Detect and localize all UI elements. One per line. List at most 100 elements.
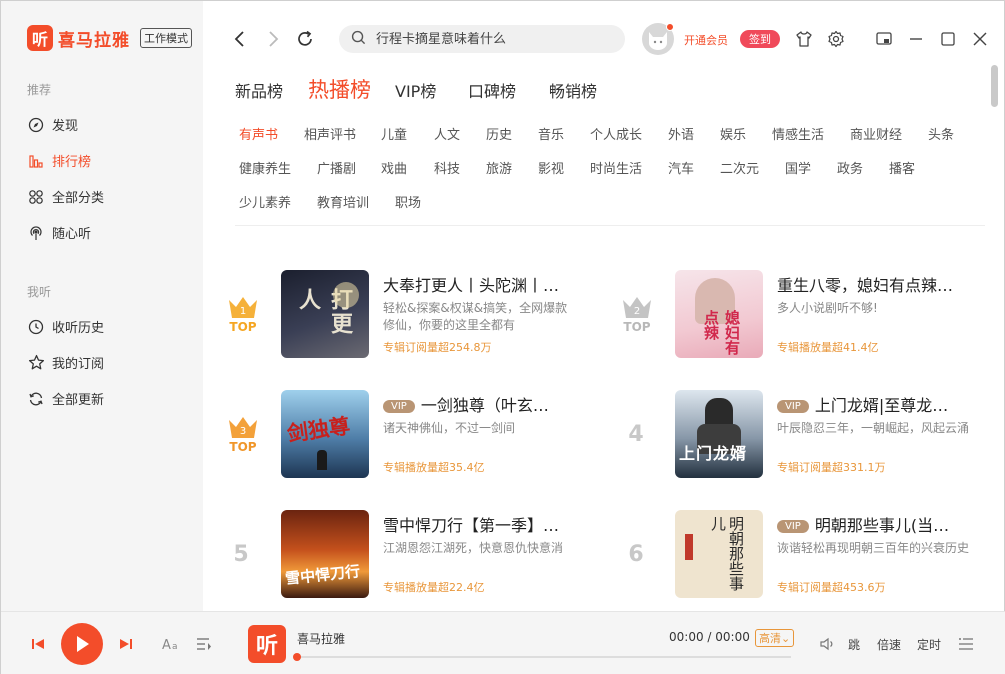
album-desc: 诸天神佛仙，不过一剑间 xyxy=(383,421,516,435)
album-title[interactable]: 重生八零，媳妇有点辣… xyxy=(777,272,973,296)
album-cover[interactable]: 上门龙婿 xyxy=(675,390,763,478)
timer-button[interactable]: 定时 xyxy=(917,636,941,653)
volume-button[interactable] xyxy=(818,636,836,652)
speed-button[interactable]: 倍速 xyxy=(877,636,901,653)
avatar[interactable] xyxy=(642,23,674,55)
category-item[interactable]: 音乐 xyxy=(538,124,564,143)
close-button[interactable] xyxy=(970,29,990,49)
close-icon xyxy=(973,32,987,46)
svg-text:1: 1 xyxy=(240,306,246,317)
maximize-button[interactable] xyxy=(938,29,958,49)
skip-button[interactable]: 跳 xyxy=(848,636,860,653)
work-mode-badge[interactable]: 工作模式 xyxy=(140,28,192,48)
search-input[interactable] xyxy=(376,31,596,47)
vip-badge: VIP xyxy=(777,520,809,533)
category-item[interactable]: 旅游 xyxy=(486,158,512,177)
tab-bestseller[interactable]: 畅销榜 xyxy=(549,78,597,102)
skin-button[interactable] xyxy=(794,29,814,49)
sidebar-item-ranking[interactable]: 排行榜 xyxy=(27,151,91,170)
category-item[interactable]: 播客 xyxy=(889,158,915,177)
play-button[interactable] xyxy=(61,623,103,665)
previous-icon xyxy=(32,639,44,649)
top-label: TOP xyxy=(229,320,257,334)
album-cover[interactable]: 打更人 xyxy=(281,270,369,358)
category-item[interactable]: 外语 xyxy=(668,124,694,143)
category-item[interactable]: 健康养生 xyxy=(239,158,291,177)
previous-button[interactable] xyxy=(30,636,46,652)
album-cover[interactable]: 剑独尊 xyxy=(281,390,369,478)
tab-new[interactable]: 新品榜 xyxy=(235,78,283,102)
sidebar-item-label: 我的订阅 xyxy=(52,357,105,372)
album-title[interactable]: VIP 明朝那些事儿(当… xyxy=(777,512,973,536)
mini-mode-button[interactable] xyxy=(874,29,894,49)
app-window: 听 喜马拉雅 工作模式 推荐 发现 排行榜 全部分类 随心听 我听 收听历史 我… xyxy=(0,0,1005,674)
category-item[interactable]: 儿童 xyxy=(381,124,407,143)
album-stat: 专辑订阅量超254.8万 xyxy=(383,341,492,354)
sidebar-item-all-updates[interactable]: 全部更新 xyxy=(27,389,104,408)
category-item[interactable]: 相声评书 xyxy=(304,124,356,143)
album-cover[interactable]: 明朝那些事儿 xyxy=(675,510,763,598)
album-cover[interactable]: 媳妇有点辣 xyxy=(675,270,763,358)
category-item[interactable]: 国学 xyxy=(785,158,811,177)
category-item[interactable]: 政务 xyxy=(837,158,863,177)
sidebar-item-discover[interactable]: 发现 xyxy=(27,115,78,134)
font-size-button[interactable]: Aa xyxy=(161,634,181,654)
category-item[interactable]: 戏曲 xyxy=(381,158,407,177)
tab-hot[interactable]: 热播榜 xyxy=(308,74,371,104)
album-cover[interactable]: 雪中悍刀行 xyxy=(281,510,369,598)
album-title[interactable]: VIP 一剑独尊（叶玄… xyxy=(383,392,573,416)
search-bar[interactable] xyxy=(339,25,625,53)
sidebar-item-all-categories[interactable]: 全部分类 xyxy=(27,187,104,206)
back-button[interactable] xyxy=(228,27,252,51)
album-title[interactable]: 大奉打更人丨头陀渊丨… xyxy=(383,272,573,296)
settings-button[interactable] xyxy=(826,29,846,49)
silver-crown-icon: 2 TOP xyxy=(617,294,657,334)
minimize-button[interactable] xyxy=(906,29,926,49)
category-item[interactable]: 时尚生活 xyxy=(590,158,642,177)
progress-handle[interactable] xyxy=(293,653,301,661)
signin-button[interactable]: 签到 xyxy=(740,30,780,48)
now-playing-title[interactable]: 喜马拉雅 xyxy=(297,630,345,647)
category-item[interactable]: 头条 xyxy=(928,124,954,143)
section-divider xyxy=(235,225,985,226)
tshirt-icon xyxy=(796,31,812,47)
app-logo[interactable]: 听 喜马拉雅 工作模式 xyxy=(27,25,192,51)
category-item[interactable]: 二次元 xyxy=(720,158,759,177)
category-item[interactable]: 个人成长 xyxy=(590,124,642,143)
category-item[interactable]: 汽车 xyxy=(668,158,694,177)
section-my-listening: 我听 xyxy=(27,285,52,299)
refresh-button[interactable] xyxy=(293,27,317,51)
sidebar-item-random-listen[interactable]: 随心听 xyxy=(27,223,91,242)
category-item[interactable]: 广播剧 xyxy=(317,158,356,177)
category-item[interactable]: 少儿素养 xyxy=(239,192,291,211)
progress-bar[interactable] xyxy=(293,653,791,661)
sidebar-item-history[interactable]: 收听历史 xyxy=(27,317,104,336)
category-audiobook[interactable]: 有声书 xyxy=(239,124,278,143)
album-title[interactable]: 雪中悍刀行【第一季】… xyxy=(383,512,573,536)
playlist-button[interactable] xyxy=(194,634,214,654)
quality-select[interactable]: 高清⌄ xyxy=(755,629,795,647)
category-item[interactable]: 情感生活 xyxy=(772,124,824,143)
tab-reputation[interactable]: 口碑榜 xyxy=(468,78,516,102)
category-item[interactable]: 影视 xyxy=(538,158,564,177)
sidebar-item-subscriptions[interactable]: 我的订阅 xyxy=(27,353,104,372)
album-stat: 专辑播放量超22.4亿 xyxy=(383,581,485,594)
chevron-right-icon xyxy=(269,31,279,47)
svg-text:3: 3 xyxy=(240,426,246,437)
open-vip-link[interactable]: 开通会员 xyxy=(684,32,728,48)
scrollbar[interactable] xyxy=(991,65,998,107)
category-item[interactable]: 娱乐 xyxy=(720,124,746,143)
category-item[interactable]: 商业财经 xyxy=(850,124,902,143)
queue-button[interactable] xyxy=(957,636,975,652)
category-item[interactable]: 历史 xyxy=(486,124,512,143)
album-title[interactable]: VIP 上门龙婿|至尊龙… xyxy=(777,392,973,416)
category-item[interactable]: 人文 xyxy=(434,124,460,143)
category-item[interactable]: 科技 xyxy=(434,158,460,177)
now-playing-cover[interactable]: 听 xyxy=(248,625,286,663)
category-item[interactable]: 职场 xyxy=(395,192,421,211)
next-button[interactable] xyxy=(118,636,134,652)
tab-vip[interactable]: VIP榜 xyxy=(395,78,436,102)
forward-button[interactable] xyxy=(261,27,285,51)
category-item[interactable]: 教育培训 xyxy=(317,192,369,211)
compass-icon xyxy=(27,116,45,134)
